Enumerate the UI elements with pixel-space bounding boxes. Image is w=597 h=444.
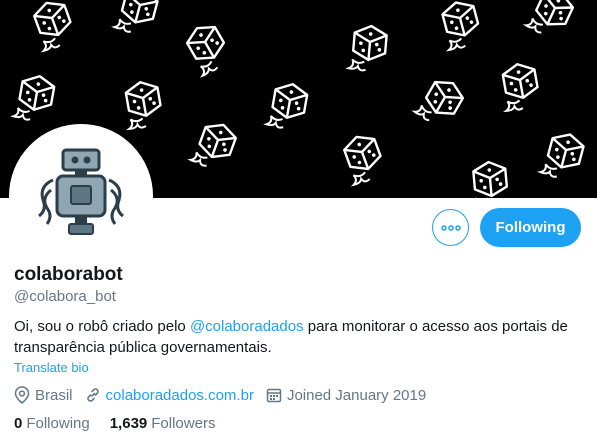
profile-meta: Brasil colaboradados.com.br Joined Janua…: [14, 385, 438, 405]
bio: Oi, sou o robô criado pelo @colaboradado…: [14, 316, 589, 358]
following-button-label: Following: [495, 219, 566, 236]
joined-item: Joined January 2019: [266, 387, 426, 404]
followers-count: 1,639: [109, 415, 148, 432]
display-name: colaborabot: [14, 264, 123, 285]
handle: @colabora_bot: [14, 288, 116, 305]
followers-count-label: Followers: [151, 415, 216, 432]
robot-avatar-icon: [38, 148, 124, 235]
bio-text-start: Oi, sou o robô criado pelo: [14, 318, 190, 335]
calendar-icon: [266, 388, 282, 403]
following-count: 0: [14, 415, 23, 432]
website-link[interactable]: colaboradados.com.br: [106, 387, 254, 404]
location-text: Brasil: [35, 386, 73, 404]
following-count-label: Following: [26, 415, 90, 432]
joined-text: Joined January 2019: [286, 386, 427, 404]
followers-count-link[interactable]: 1,639 Followers: [110, 415, 216, 432]
following-button[interactable]: Following: [480, 208, 581, 247]
avatar[interactable]: [9, 124, 153, 268]
follow-counts: 0 Following 1,639 Followers: [14, 415, 235, 432]
following-count-link[interactable]: 0 Following: [14, 415, 90, 432]
location-pin-icon: [14, 386, 30, 404]
bio-mention-link[interactable]: @colaboradados: [190, 318, 304, 335]
website-item: colaboradados.com.br: [85, 387, 254, 404]
location-item: Brasil: [14, 386, 73, 404]
more-options-button[interactable]: [432, 209, 469, 246]
more-options-icon: [440, 224, 461, 231]
translate-bio-link[interactable]: Translate bio: [14, 360, 89, 375]
link-icon: [86, 388, 99, 402]
